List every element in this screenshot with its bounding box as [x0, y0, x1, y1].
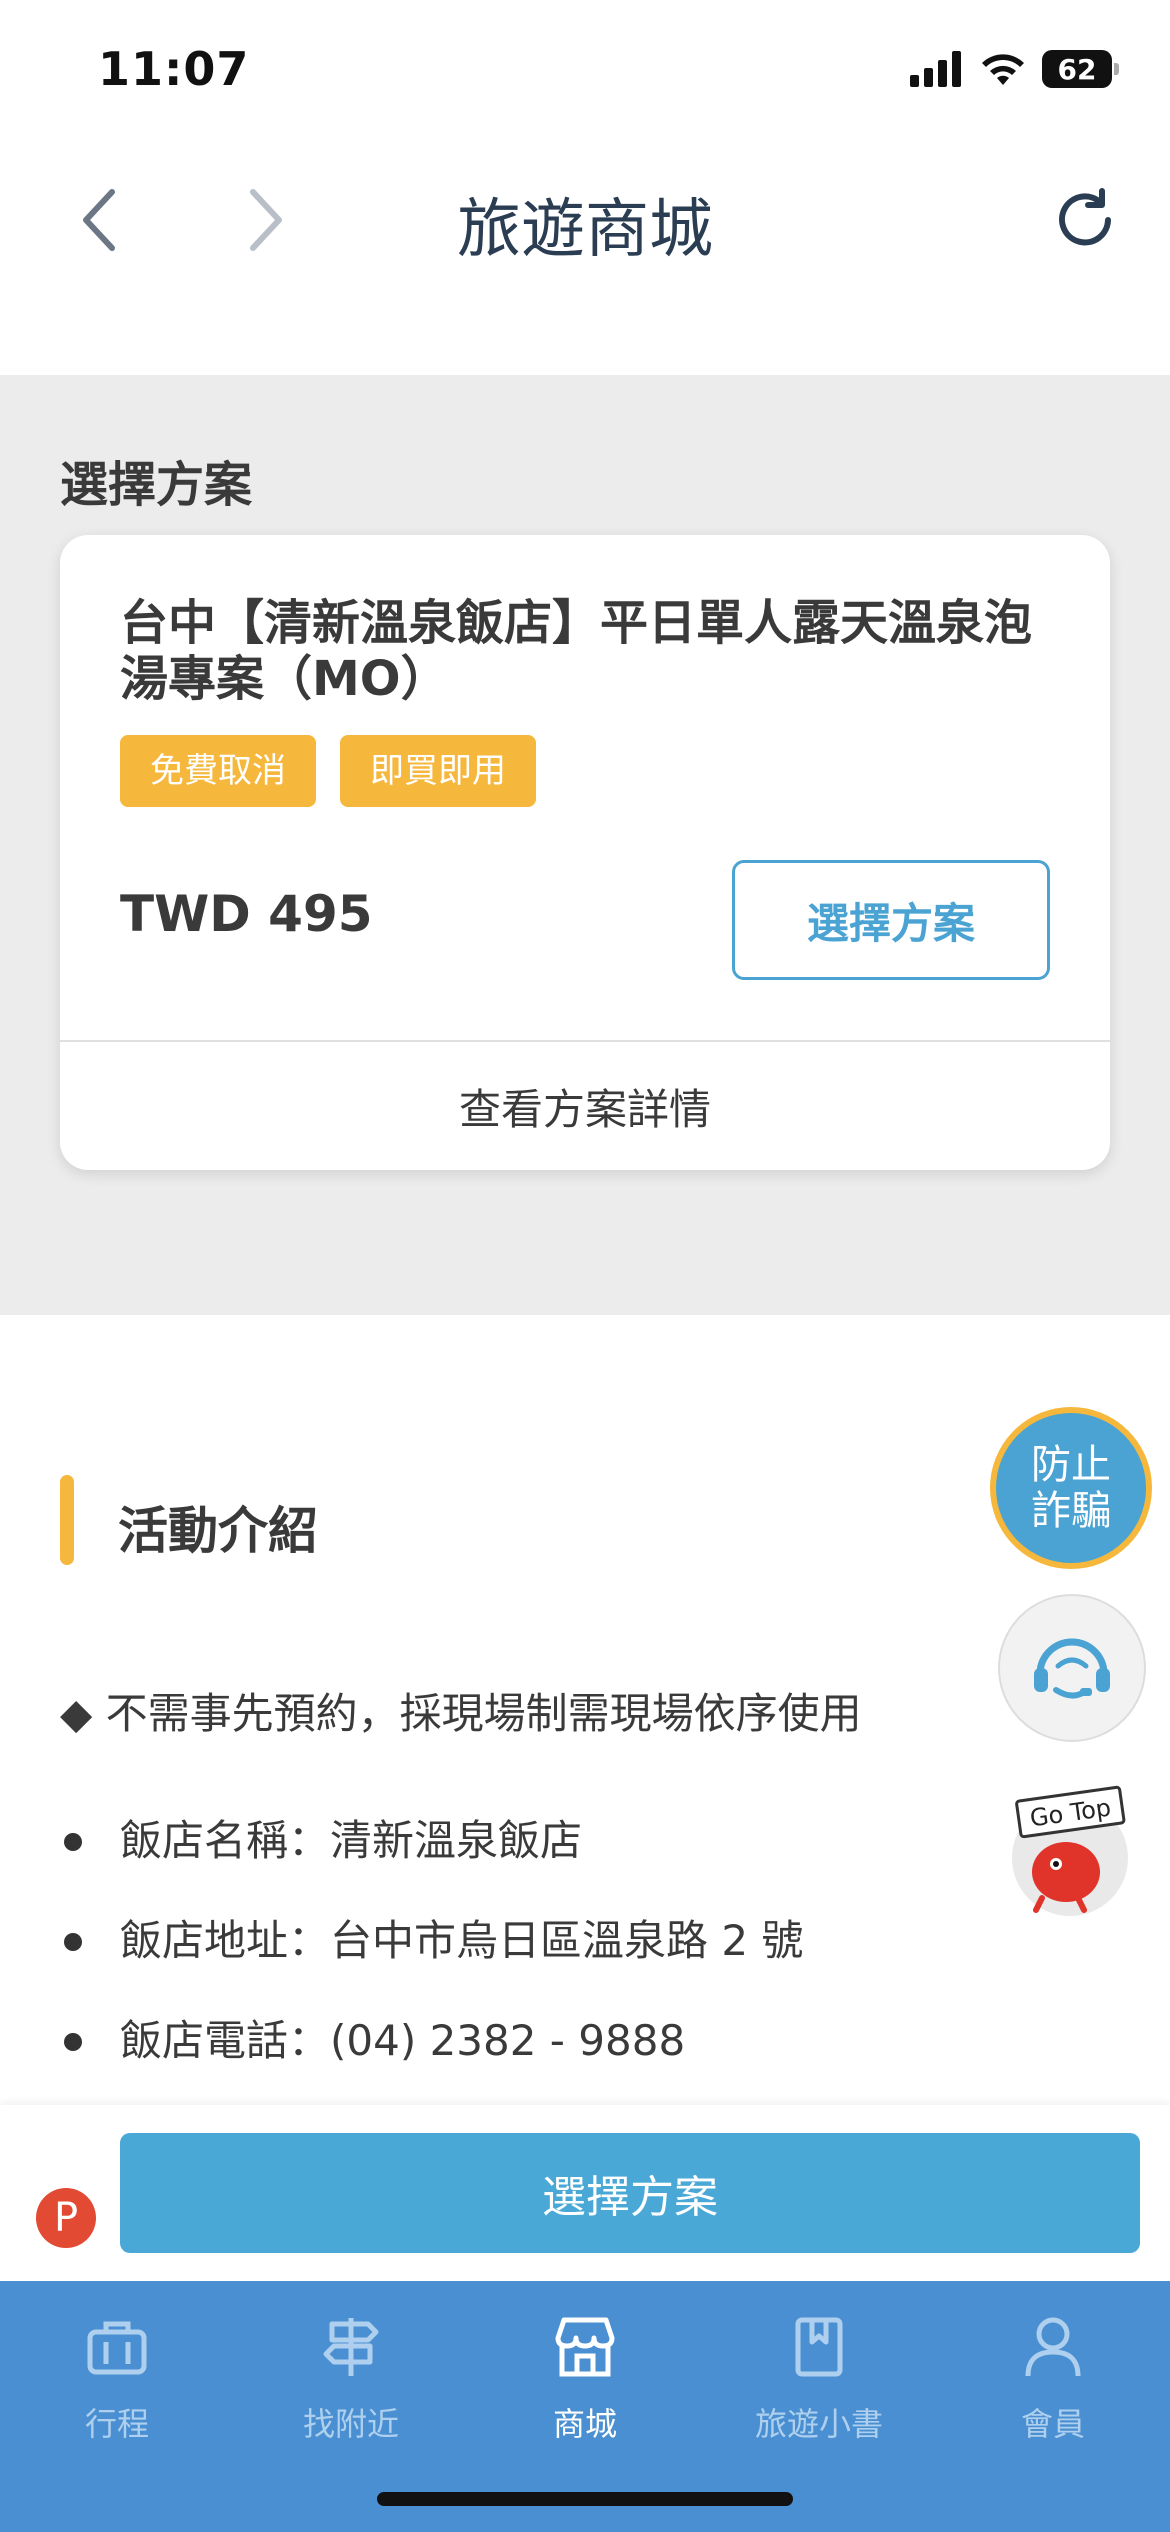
go-top-button[interactable]: Go Top	[1000, 1780, 1140, 1920]
plan-tags: 免費取消 即買即用	[120, 735, 536, 807]
tag-free-cancel: 免費取消	[120, 735, 316, 807]
section-title: 選擇方案	[60, 457, 253, 513]
select-plan-button[interactable]: 選擇方案	[732, 860, 1050, 980]
plan-name: 台中【清新溫泉飯店】平日單人露天溫泉泡湯專案（MO）	[120, 595, 1033, 707]
anti-fraud-label-2: 詐騙	[1031, 1488, 1111, 1534]
refresh-icon	[1059, 188, 1111, 246]
select-plan-main-button[interactable]: 選擇方案	[120, 2133, 1140, 2253]
section-accent-bar	[60, 1475, 74, 1565]
tab-label: 商城	[552, 2405, 617, 2443]
customer-service-button[interactable]	[998, 1594, 1146, 1742]
nav-header: 旅遊商城	[0, 140, 1170, 375]
home-indicator	[377, 2492, 793, 2506]
page-title: 旅遊商城	[457, 193, 713, 267]
tab-label: 找附近	[302, 2405, 399, 2443]
user-icon	[1025, 2317, 1081, 2377]
battery-indicator: 62	[1042, 50, 1119, 88]
tab-label: 旅遊小書	[754, 2405, 883, 2443]
anti-fraud-button[interactable]: 防止 詐騙	[990, 1407, 1152, 1569]
intro-note: ◆ 不需事先預約，採現場制需現場依序使用	[60, 1689, 862, 1738]
list-item: 飯店名稱：清新溫泉飯店	[60, 1805, 803, 1905]
plan-price: TWD 495	[120, 885, 373, 943]
list-item: 飯店電話：(04) 2382 - 9888	[60, 2005, 803, 2105]
tab-nearby[interactable]: 找附近	[234, 2307, 468, 2467]
wifi-icon	[982, 54, 1024, 85]
signpost-icon	[323, 2318, 379, 2376]
headset-icon	[1034, 1638, 1110, 1699]
plan-card: 台中【清新溫泉飯店】平日單人露天溫泉泡湯專案（MO） 免費取消 即買即用 TWD…	[60, 535, 1110, 1170]
tab-label: 會員	[1020, 2405, 1085, 2443]
cellular-signal-icon	[910, 51, 961, 87]
go-top-mascot-icon: Go Top	[1012, 1785, 1128, 1916]
tab-travel-book[interactable]: 旅遊小書	[702, 2307, 936, 2467]
points-badge[interactable]: P	[36, 2188, 96, 2248]
book-icon	[795, 2317, 843, 2377]
tab-trips[interactable]: 行程	[0, 2307, 234, 2467]
refresh-button[interactable]	[1040, 175, 1130, 265]
status-time: 11:07	[98, 42, 250, 96]
bottom-action-bar: P 選擇方案	[0, 2105, 1170, 2281]
view-plan-details-link[interactable]: 查看方案詳情	[60, 1042, 1110, 1170]
briefcase-icon	[87, 2321, 147, 2375]
tag-instant-use: 即買即用	[340, 735, 536, 807]
tab-member[interactable]: 會員	[936, 2307, 1170, 2467]
list-item: 飯店地址：台中市烏日區溫泉路 2 號	[60, 1905, 803, 2005]
hotel-info-list: 飯店名稱：清新溫泉飯店 飯店地址：台中市烏日區溫泉路 2 號 飯店電話：(04)…	[60, 1805, 803, 2105]
status-icons: 62	[910, 50, 1119, 88]
anti-fraud-label-1: 防止	[1031, 1442, 1111, 1488]
tab-label: 行程	[84, 2405, 149, 2443]
status-bar: 11:07 62	[0, 0, 1170, 140]
tab-store[interactable]: 商城	[468, 2307, 702, 2467]
store-icon	[555, 2317, 615, 2377]
intro-title: 活動介紹	[118, 1502, 318, 1560]
intro-section: 活動介紹 ◆ 不需事先預約，採現場制需現場依序使用 飯店名稱：清新溫泉飯店 飯店…	[0, 1315, 1170, 2105]
plan-section: 選擇方案 台中【清新溫泉飯店】平日單人露天溫泉泡湯專案（MO） 免費取消 即買即…	[0, 375, 1170, 1315]
